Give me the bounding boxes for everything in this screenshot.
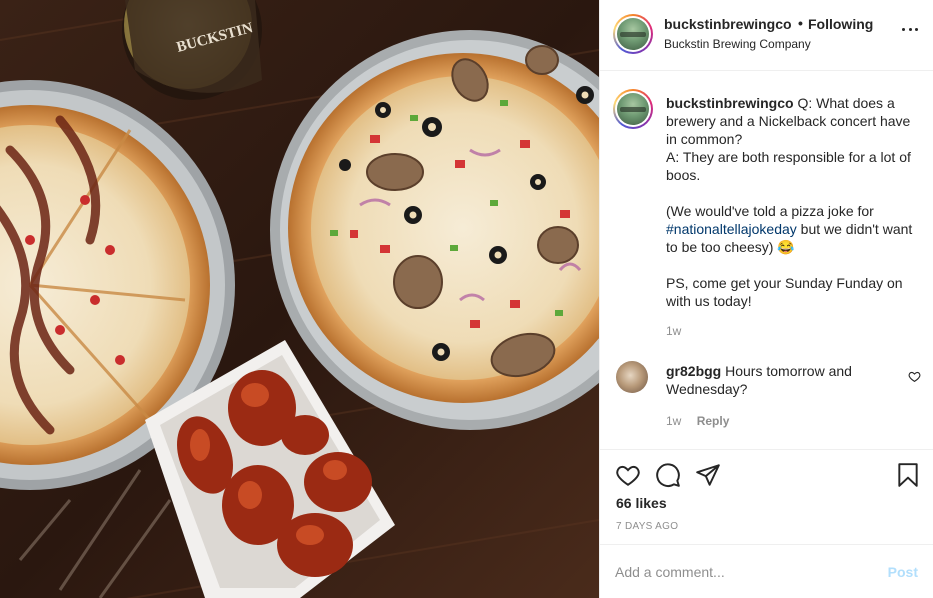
save-bookmark-icon[interactable]	[895, 462, 921, 488]
hashtag-link[interactable]: #nationaltellajokeday	[666, 221, 797, 237]
comment-username[interactable]: gr82bgg	[666, 363, 721, 379]
caption-avatar[interactable]	[613, 89, 653, 129]
following-button[interactable]: Following	[808, 16, 873, 32]
reply-button[interactable]: Reply	[697, 414, 730, 428]
post-side-panel: buckstinbrewingco • Following Buckstin B…	[599, 0, 933, 598]
caption-para2-pre: (We would've told a pizza joke for	[666, 203, 878, 219]
post-date[interactable]: 7 DAYS AGO	[616, 521, 678, 532]
avatar-image	[617, 93, 649, 125]
like-heart-icon[interactable]	[615, 462, 641, 488]
post-actions: 66 likes 7 DAYS AGO	[600, 449, 933, 544]
commenter-avatar[interactable]	[616, 361, 648, 393]
pizza-photo-illustration: BUCKSTIN	[0, 0, 599, 598]
instagram-post-view: BUCKSTIN buckstinbrewingco • Following B…	[0, 0, 933, 598]
header-subtitle[interactable]: Buckstin Brewing Company	[664, 37, 811, 51]
add-comment-row: Post	[600, 544, 933, 598]
comment: gr82bgg Hours tomorrow and Wednesday? 1w…	[666, 362, 886, 430]
comment-meta: 1w Reply	[666, 412, 886, 430]
comment-timestamp[interactable]: 1w	[666, 414, 681, 428]
comment-like-heart-icon[interactable]	[908, 370, 921, 383]
header-username[interactable]: buckstinbrewingco	[664, 16, 792, 32]
header-separator: •	[798, 15, 803, 31]
caption-timestamp[interactable]: 1w	[666, 322, 924, 340]
caption-username[interactable]: buckstinbrewingco	[666, 95, 794, 111]
post-comment-button[interactable]: Post	[888, 564, 918, 580]
post-caption: buckstinbrewingco Q: What does a brewery…	[666, 94, 924, 340]
caption-para-3: PS, come get your Sunday Funday on with …	[666, 275, 907, 309]
caption-line-2: A: They are both responsible for a lot o…	[666, 149, 915, 183]
profile-avatar[interactable]	[613, 14, 653, 54]
post-header: buckstinbrewingco • Following Buckstin B…	[600, 0, 933, 71]
more-options-icon[interactable]	[902, 28, 918, 32]
like-count[interactable]: 66 likes	[616, 495, 667, 511]
comment-bubble-icon[interactable]	[655, 462, 681, 488]
add-comment-input[interactable]	[615, 545, 875, 598]
post-photo[interactable]: BUCKSTIN	[0, 0, 599, 598]
share-paper-plane-icon[interactable]	[695, 462, 721, 488]
avatar-image	[617, 18, 649, 50]
